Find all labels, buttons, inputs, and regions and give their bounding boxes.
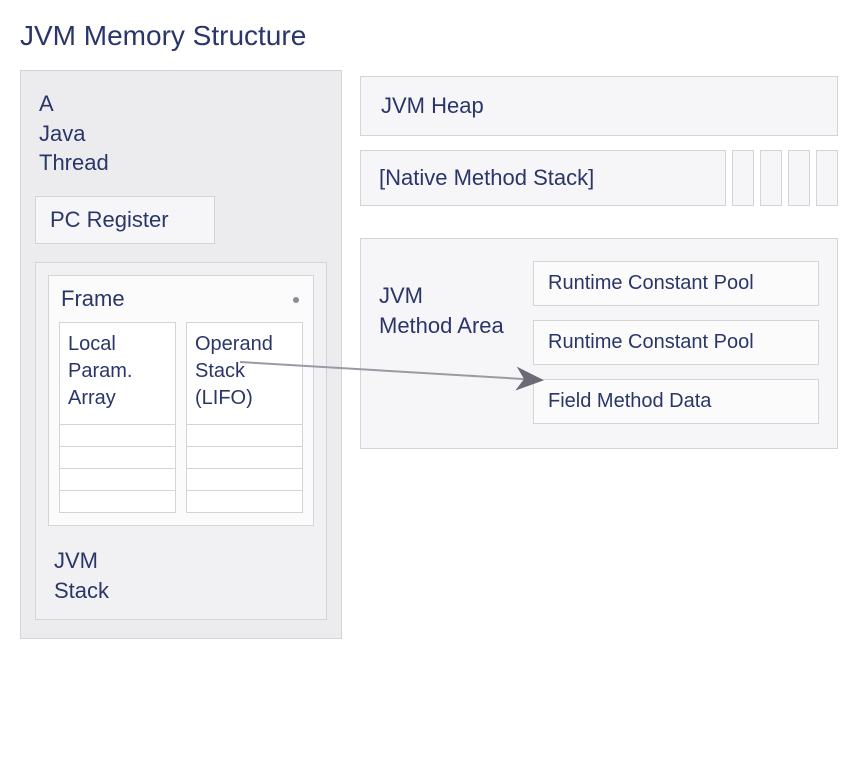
pc-register-box: PC Register [35,196,215,244]
operand-stack-box: OperandStack(LIFO) [186,322,303,513]
jvm-heap-box: JVM Heap [360,76,838,136]
array-slot [60,446,175,468]
frame-box: Frame LocalParam.Array OperandStack(LIFO… [48,275,314,526]
array-slot [60,468,175,490]
native-method-stack-row: [Native Method Stack] [360,150,838,206]
runtime-constant-pool-box: Runtime Constant Pool [533,261,819,306]
frame-title: Frame [59,286,125,312]
jvm-stack-label: JVMStack [48,544,314,607]
connector-dot-icon [293,297,299,303]
native-slot [816,150,838,206]
field-method-data-box: Field Method Data [533,379,819,424]
stack-slot [187,490,302,512]
diagram-title: JVM Memory Structure [20,20,836,52]
native-slot [760,150,782,206]
array-slot [60,424,175,446]
jvm-stack-box: Frame LocalParam.Array OperandStack(LIFO… [35,262,327,620]
native-slot [788,150,810,206]
stack-slot [187,424,302,446]
java-thread-box: AJavaThread PC Register Frame LocalParam… [20,70,342,639]
local-param-array-box: LocalParam.Array [59,322,176,513]
native-method-stack-box: [Native Method Stack] [360,150,726,206]
stack-slot [187,446,302,468]
runtime-constant-pool-box: Runtime Constant Pool [533,320,819,365]
stack-slot [187,468,302,490]
jvm-method-area-box: JVMMethod Area Runtime Constant Pool Run… [360,238,838,449]
local-array-label: LocalParam.Array [60,323,175,424]
operand-stack-label: OperandStack(LIFO) [187,323,302,424]
thread-label: AJavaThread [35,89,327,178]
array-slot [60,490,175,512]
method-area-label: JVMMethod Area [379,261,519,424]
native-slot [732,150,754,206]
